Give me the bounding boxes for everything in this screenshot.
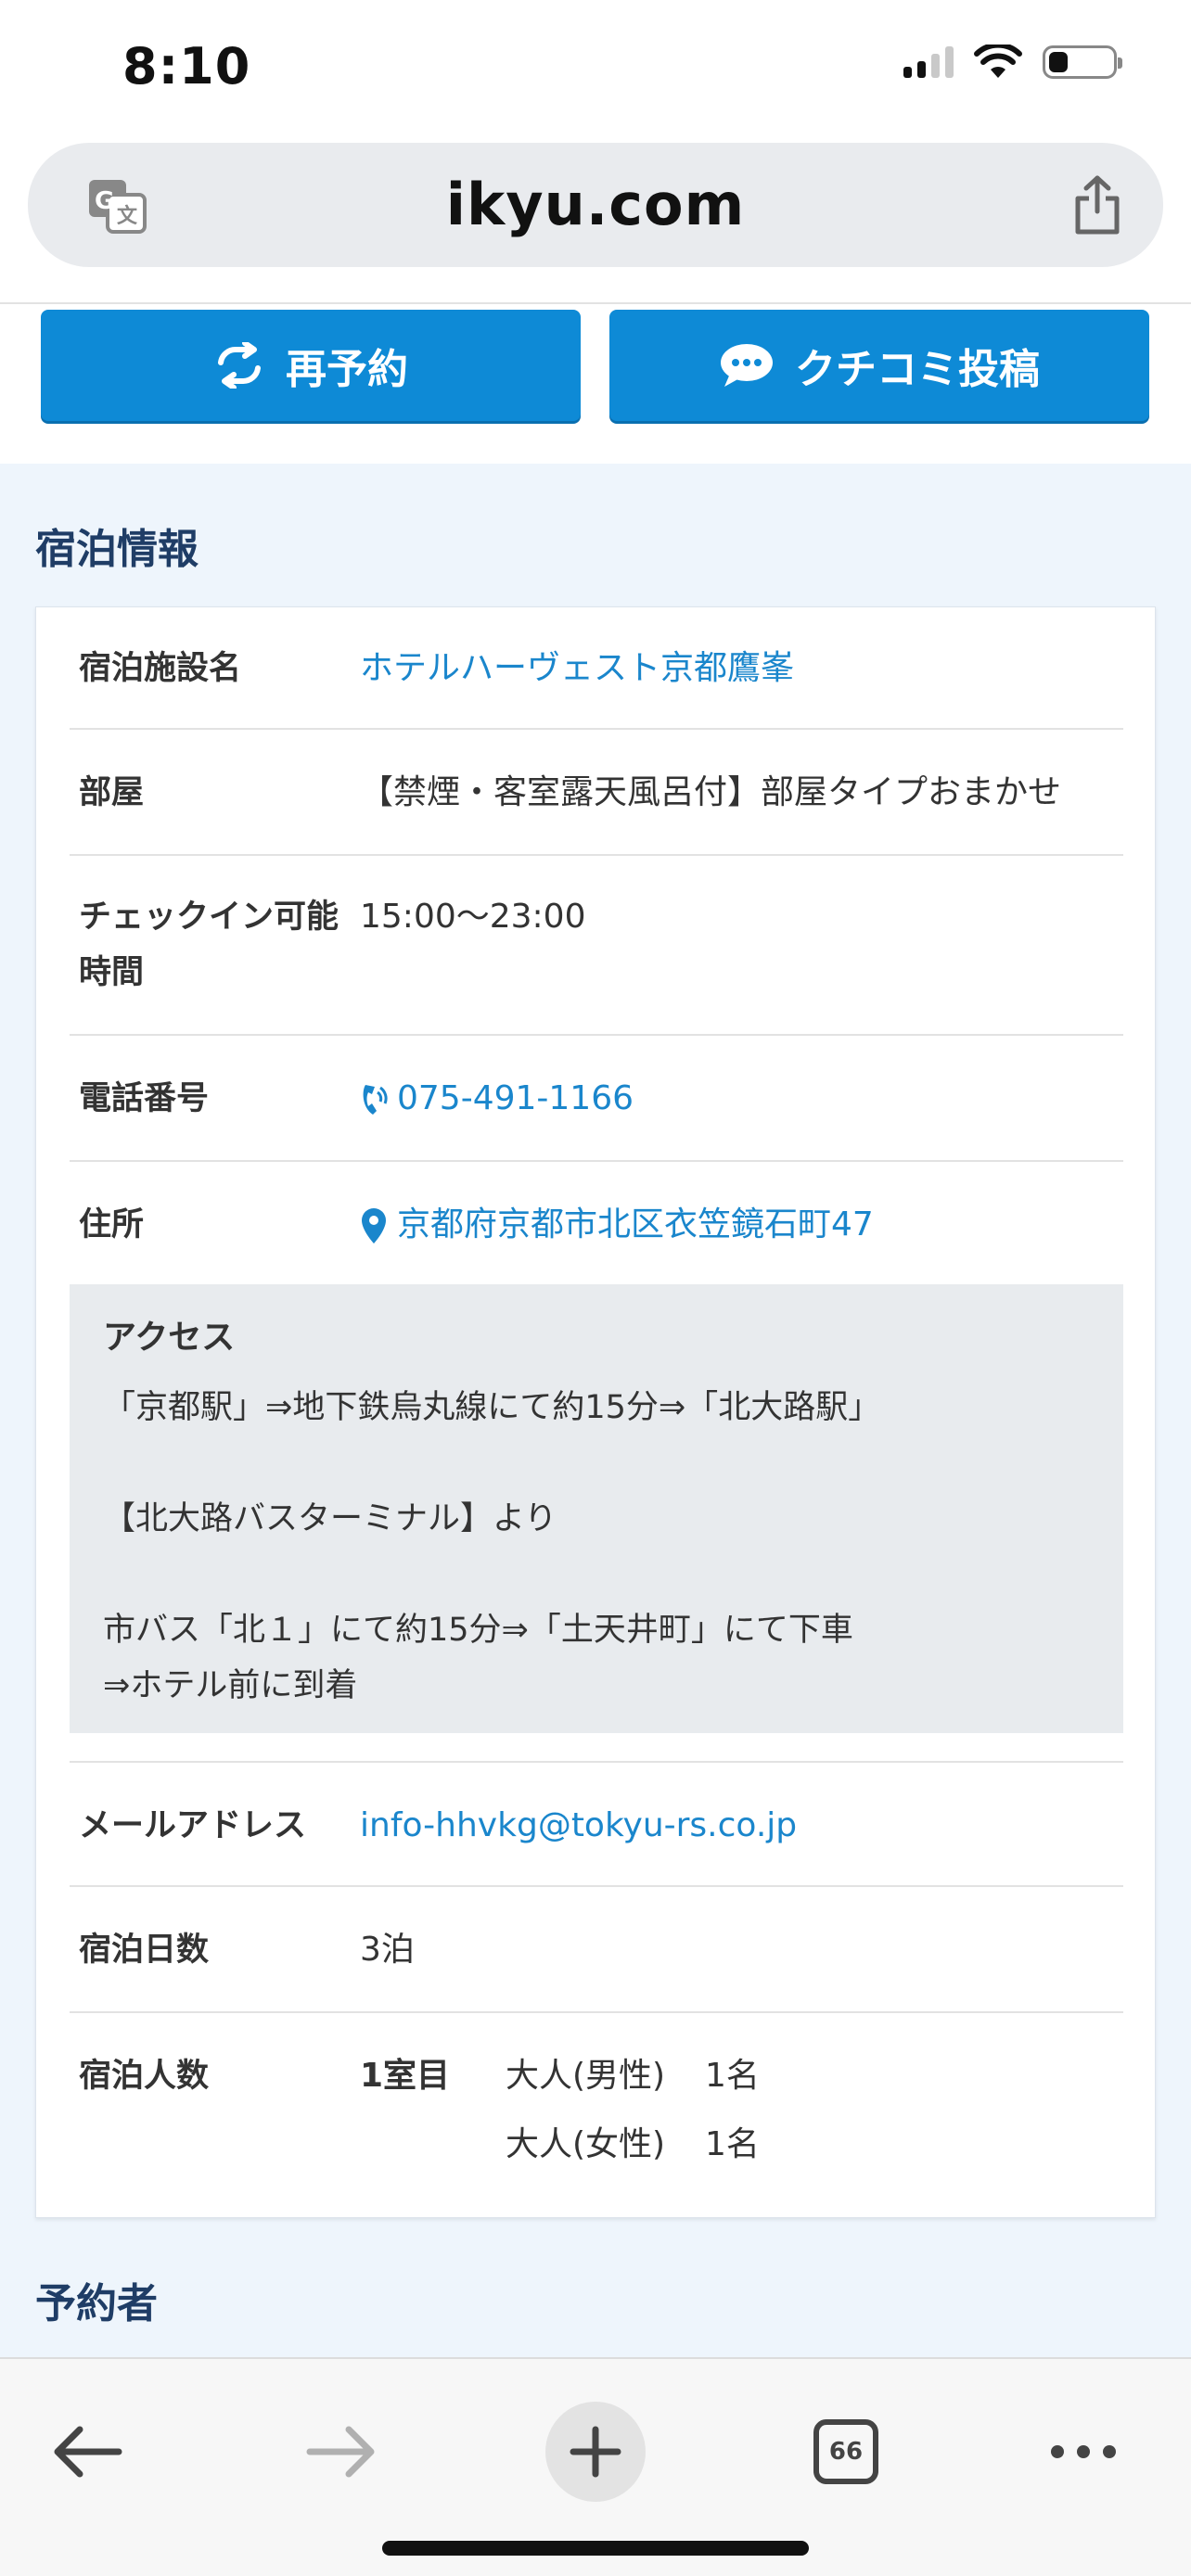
email-link[interactable]: info-hhvkg@tokyu-rs.co.jp [360,1798,797,1854]
guest-type: 大人(男性) [506,2057,666,2095]
guest-type: 大人(女性) [506,2125,666,2163]
guest-room-label: 1室目 [360,2057,451,2095]
more-button[interactable] [1037,2402,1130,2502]
tabs-button[interactable]: 66 [800,2402,892,2502]
plus-icon [570,2426,621,2478]
browser-address-area: G 文 ikyu.com [0,139,1191,304]
access-line: ⇒ホテル前に到着 [103,1667,358,1704]
more-icon [1051,2445,1116,2458]
action-area: 再予約 クチコミ投稿 [0,304,1191,464]
access-line: 【北大路バスターミナル】より [103,1500,557,1537]
tab-count: 66 [813,2419,878,2484]
map-pin-icon [362,1208,386,1243]
checkin-label-line2: 時間 [79,954,145,991]
room-label: 部屋 [79,774,145,811]
nights-value: 3泊 [360,1931,415,1969]
email-row: メールアドレス info-hhvkg@tokyu-rs.co.jp [70,1761,1123,1887]
new-tab-button[interactable] [545,2402,646,2502]
guest-count: 1名 [705,2057,760,2095]
wifi-icon [974,45,1022,78]
cellular-signal-icon [903,46,954,78]
nights-row: 宿泊日数 3泊 [70,1887,1123,2013]
address-bar[interactable]: G 文 ikyu.com [28,143,1163,267]
guest-count: 1名 [705,2125,760,2163]
back-button[interactable] [41,2402,134,2502]
access-box: アクセス 「京都駅」⇒地下鉄烏丸線にて約15分⇒「北大路駅」 【北大路バスターミ… [70,1284,1123,1733]
address-row: 住所 京都府京都市北区衣笠鏡石町47 [70,1162,1123,1284]
facility-link[interactable]: ホテルハーヴェスト京都鷹峯 [360,641,794,696]
checkin-label-line1: チェックイン可能 [79,899,339,936]
room-row: 部屋 【禁煙・客室露天風呂付】部屋タイプおまかせ [70,730,1123,856]
address-link[interactable]: 京都府京都市北区衣笠鏡石町47 [360,1197,874,1253]
forward-button[interactable] [295,2402,388,2502]
checkin-row: チェックイン可能 時間 15:00〜23:00 [70,856,1123,1036]
phone-label: 電話番号 [79,1080,210,1117]
access-title: アクセス [103,1319,236,1357]
rebook-button[interactable]: 再予約 [41,310,581,421]
facility-row: 宿泊施設名 ホテルハーヴェスト京都鷹峯 [70,607,1123,730]
chat-bubble-icon [721,344,773,387]
stay-info-title: 宿泊情報 [35,526,198,573]
repeat-icon [218,342,261,389]
phone-row: 電話番号 075-491-1166 [70,1036,1123,1162]
post-review-label: クチコミ投稿 [795,346,1040,393]
address-label: 住所 [79,1206,145,1243]
battery-icon [1043,45,1122,79]
access-line: 市バス「北１」にて約15分⇒「土天井町」にて下車 [103,1612,853,1649]
guests-label: 宿泊人数 [79,2058,210,2095]
facility-label: 宿泊施設名 [79,650,242,687]
phone-link[interactable]: 075-491-1166 [360,1071,634,1127]
share-icon[interactable] [1070,174,1124,236]
rebook-label: 再予約 [286,346,408,393]
stay-info-card: 宿泊施設名 ホテルハーヴェスト京都鷹峯 部屋 【禁煙・客室露天風呂付】部屋タイプ… [35,606,1156,2218]
url-text[interactable]: ikyu.com [28,171,1163,238]
status-bar: 8:10 [0,0,1191,139]
back-arrow-icon [54,2426,122,2478]
guests-row: 宿泊人数 1室目 大人(男性) 1名 大人(女性) 1名 [70,2013,1123,2217]
home-indicator [382,2541,809,2556]
access-line: 「京都駅」⇒地下鉄烏丸線にて約15分⇒「北大路駅」 [103,1389,881,1426]
status-icons [903,45,1122,80]
checkin-value: 15:00〜23:00 [360,898,586,936]
address-text: 京都府京都市北区衣笠鏡石町47 [397,1205,874,1243]
booker-title: 予約者 [35,2280,158,2327]
nights-label: 宿泊日数 [79,1932,210,1969]
email-label: メールアドレス [79,1807,307,1844]
room-value: 【禁煙・客室露天風呂付】部屋タイプおまかせ [360,773,1062,811]
post-review-button[interactable]: クチコミ投稿 [609,310,1149,421]
status-time: 8:10 [122,37,251,96]
phone-icon [363,1085,388,1115]
phone-number: 075-491-1166 [397,1079,634,1117]
forward-arrow-icon [306,2426,375,2478]
